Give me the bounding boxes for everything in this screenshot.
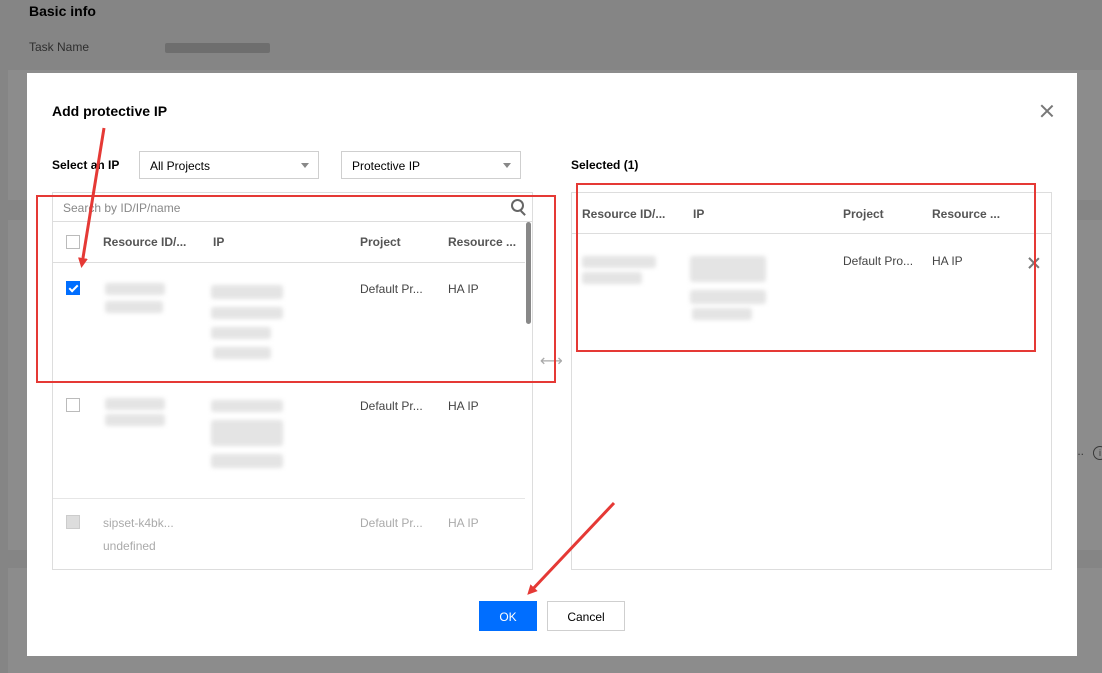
ip-redacted: [211, 307, 283, 319]
row-resource: HA IP: [448, 399, 479, 413]
project-select-value: All Projects: [150, 159, 211, 173]
select-all-checkbox[interactable]: [66, 235, 80, 249]
column-resource: Resource ...: [932, 207, 1001, 221]
row-project: Default Pr...: [360, 282, 423, 296]
ip-redacted: [211, 454, 283, 468]
column-project: Project: [843, 207, 884, 221]
table-row[interactable]: Default Pr... HA IP: [53, 263, 525, 382]
ip-redacted: [211, 420, 283, 446]
search-bar: [53, 193, 532, 222]
remove-icon[interactable]: [1027, 256, 1041, 270]
table-row[interactable]: Default Pr... HA IP: [53, 382, 525, 499]
ip-redacted: [211, 285, 283, 299]
row-project: Default Pr...: [360, 399, 423, 413]
resource-id-redacted: [105, 283, 165, 295]
close-icon[interactable]: [1037, 101, 1057, 121]
ip-type-select[interactable]: Protective IP: [341, 151, 521, 179]
modal-title: Add protective IP: [52, 103, 168, 119]
chevron-down-icon: [301, 163, 309, 168]
row-checkbox-disabled: [66, 515, 80, 529]
ip-type-select-value: Protective IP: [352, 159, 421, 173]
table-row: sipset-k4bk... undefined Default Pr... H…: [53, 499, 525, 569]
chevron-down-icon: [503, 163, 511, 168]
ok-button[interactable]: OK: [479, 601, 537, 631]
column-resource-id: Resource ID/...: [582, 207, 666, 221]
column-ip: IP: [213, 235, 225, 249]
row-ip: undefined: [103, 539, 156, 553]
selected-row-project: Default Pro...: [843, 254, 914, 268]
select-ip-label: Select an IP: [52, 158, 120, 172]
search-input[interactable]: [53, 193, 505, 222]
cancel-button[interactable]: Cancel: [547, 601, 625, 631]
ip-redacted: [690, 290, 766, 304]
table-header: Resource ID/... IP Project Resource ...: [53, 222, 525, 263]
row-checkbox[interactable]: [66, 281, 80, 295]
scrollbar-thumb[interactable]: [526, 222, 531, 324]
ip-redacted: [692, 308, 752, 320]
row-project: Default Pr...: [360, 516, 423, 530]
scrollbar[interactable]: [526, 222, 532, 569]
column-ip: IP: [693, 207, 705, 221]
search-icon[interactable]: [511, 199, 524, 212]
ip-redacted: [211, 400, 283, 412]
ip-redacted: [211, 327, 271, 339]
ip-redacted: [690, 256, 766, 282]
row-resource-id: sipset-k4bk...: [103, 516, 174, 530]
selected-row: Default Pro... HA IP: [572, 234, 1051, 344]
row-resource: HA IP: [448, 282, 479, 296]
available-ip-panel: Resource ID/... IP Project Resource ... …: [52, 192, 533, 570]
resource-id-redacted: [105, 398, 165, 410]
resource-id-redacted: [582, 272, 642, 284]
column-resource: Resource ...: [448, 235, 517, 249]
selected-row-resource: HA IP: [932, 254, 963, 268]
column-resource-id: Resource ID/...: [103, 235, 187, 249]
add-protective-ip-modal: Add protective IP Select an IP All Proje…: [27, 73, 1077, 656]
project-select[interactable]: All Projects: [139, 151, 319, 179]
resource-id-redacted: [582, 256, 656, 268]
row-checkbox[interactable]: [66, 398, 80, 412]
ip-redacted: [213, 347, 271, 359]
resource-id-redacted: [105, 301, 163, 313]
selected-table-header: Resource ID/... IP Project Resource ...: [572, 193, 1051, 234]
selected-ip-panel: Resource ID/... IP Project Resource ... …: [571, 192, 1052, 570]
column-project: Project: [360, 235, 401, 249]
transfer-arrows-icon: ⟷: [540, 353, 563, 370]
selected-count-label: Selected (1): [571, 158, 639, 172]
resource-id-redacted: [105, 414, 165, 426]
row-resource: HA IP: [448, 516, 479, 530]
